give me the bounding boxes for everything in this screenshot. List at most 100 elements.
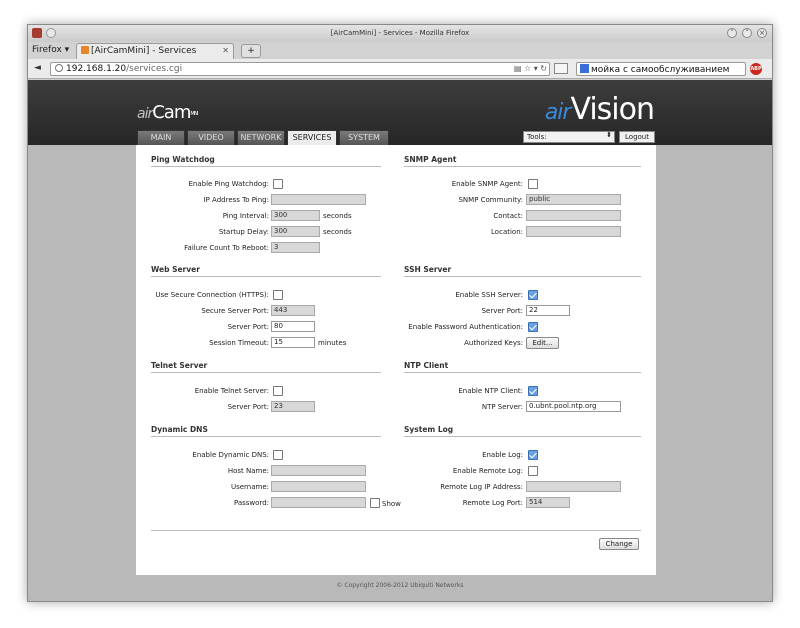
- search-text: мойка с самообслуживанием: [591, 65, 730, 75]
- telnet-port-field[interactable]: 23: [271, 401, 315, 412]
- tab-services[interactable]: SERVICES: [287, 130, 337, 145]
- airvision-logo: airVision: [544, 92, 655, 127]
- tab-video[interactable]: VIDEO: [187, 130, 235, 145]
- section-title-ping: Ping Watchdog: [151, 155, 381, 167]
- label-username: Username:: [230, 483, 269, 491]
- tab-main[interactable]: MAIN: [137, 130, 185, 145]
- remote-log-ip-field[interactable]: [526, 481, 621, 492]
- enable-ssh-checkbox[interactable]: [528, 290, 538, 300]
- snmp-community-field[interactable]: public: [526, 194, 621, 205]
- label-ssh-port: Server Port:: [481, 307, 523, 315]
- enable-snmp-checkbox[interactable]: [528, 179, 538, 189]
- session-timeout-field[interactable]: 15: [271, 337, 315, 348]
- minimize-button[interactable]: ˅: [727, 28, 737, 38]
- close-tab-icon[interactable]: ✕: [222, 46, 229, 55]
- firefox-menu-button[interactable]: Firefox ▾: [32, 45, 69, 55]
- label-https: Use Secure Connection (HTTPS):: [155, 291, 269, 299]
- mail-icon[interactable]: [554, 63, 568, 74]
- label-ping-interval: Ping Interval:: [222, 212, 269, 220]
- maximize-button[interactable]: ˄: [742, 28, 752, 38]
- label-failure-count: Failure Count To Reboot:: [184, 244, 269, 252]
- section-title-web: Web Server: [151, 265, 381, 277]
- logout-button[interactable]: Logout: [619, 131, 655, 143]
- search-input[interactable]: мойка с самообслуживанием: [576, 62, 746, 76]
- ping-ip-field[interactable]: [271, 194, 366, 205]
- section-title-ssh: SSH Server: [404, 265, 641, 277]
- section-title-ntp: NTP Client: [404, 361, 641, 373]
- username-field[interactable]: [271, 481, 366, 492]
- aircam-logo: airCamMINI: [137, 102, 198, 123]
- label-enable-ping: Enable Ping Watchdog:: [188, 180, 269, 188]
- enable-log-checkbox[interactable]: [528, 450, 538, 460]
- site-identity-icon[interactable]: [55, 64, 63, 72]
- remote-log-checkbox[interactable]: [528, 466, 538, 476]
- services-panel: Ping Watchdog Enable Ping Watchdog: IP A…: [136, 145, 656, 575]
- back-button[interactable]: ◄: [34, 63, 41, 73]
- label-web-port: Server Port:: [227, 323, 269, 331]
- label-session-timeout: Session Timeout:: [209, 339, 269, 347]
- main-nav: MAIN VIDEO NETWORK SERVICES SYSTEM: [137, 130, 389, 145]
- enable-telnet-checkbox[interactable]: [273, 386, 283, 396]
- tab-system[interactable]: SYSTEM: [339, 130, 389, 145]
- label-telnet-port: Server Port:: [227, 403, 269, 411]
- section-title-syslog: System Log: [404, 425, 641, 437]
- page-content: airCamMINI airVision MAIN VIDEO NETWORK …: [28, 80, 772, 601]
- tab-bar: Firefox ▾ [AirCamMini] - Services ✕ +: [28, 42, 772, 59]
- enable-ddns-checkbox[interactable]: [273, 450, 283, 460]
- google-icon[interactable]: [580, 64, 589, 73]
- ssh-port-field[interactable]: 22: [526, 305, 570, 316]
- tab-network[interactable]: NETWORK: [237, 130, 285, 145]
- ntp-server-field[interactable]: 0.ubnt.pool.ntp.org: [526, 401, 621, 412]
- label-snmp-location: Location:: [491, 228, 523, 236]
- ping-interval-field[interactable]: 300: [271, 210, 320, 221]
- rss-icon: [81, 46, 89, 54]
- navigation-bar: ◄ 192.168.1.20/services.cgi ▤ ☆ ▾ ↻ мойк…: [28, 59, 772, 79]
- select-arrow-icon: ⬍: [606, 131, 612, 139]
- startup-delay-field[interactable]: 300: [271, 226, 320, 237]
- enable-ntp-checkbox[interactable]: [528, 386, 538, 396]
- label-enable-log: Enable Log:: [482, 451, 523, 459]
- section-title-snmp: SNMP Agent: [404, 155, 641, 167]
- label-snmp-contact: Contact:: [493, 212, 523, 220]
- startup-delay-unit: seconds: [323, 228, 352, 236]
- ping-interval-unit: seconds: [323, 212, 352, 220]
- url-bar-icons[interactable]: ▤ ☆ ▾ ↻: [514, 64, 547, 73]
- secure-port-field[interactable]: 443: [271, 305, 315, 316]
- url-path: /services.cgi: [126, 64, 183, 74]
- divider: [151, 530, 641, 531]
- section-title-ddns: Dynamic DNS: [151, 425, 381, 437]
- url-bar[interactable]: 192.168.1.20/services.cgi ▤ ☆ ▾ ↻: [50, 62, 550, 76]
- url-host: 192.168.1.20: [66, 64, 127, 74]
- label-remote-log-ip: Remote Log IP Address:: [440, 483, 523, 491]
- change-button[interactable]: Change: [599, 538, 639, 550]
- tools-select[interactable]: Tools: ⬍: [523, 131, 615, 143]
- snmp-location-field[interactable]: [526, 226, 621, 237]
- host-name-field[interactable]: [271, 465, 366, 476]
- adblock-plus-icon[interactable]: ABP: [750, 63, 762, 75]
- password-auth-checkbox[interactable]: [528, 322, 538, 332]
- label-startup-delay: Startup Delay:: [218, 228, 269, 236]
- remote-log-port-field[interactable]: 514: [526, 497, 570, 508]
- close-button[interactable]: ×: [757, 28, 767, 38]
- label-enable-ssh: Enable SSH Server:: [455, 291, 523, 299]
- tab-title: [AirCamMini] - Services: [91, 46, 197, 56]
- https-checkbox[interactable]: [273, 290, 283, 300]
- web-port-field[interactable]: 80: [271, 321, 315, 332]
- new-tab-button[interactable]: +: [241, 44, 261, 58]
- edit-keys-button[interactable]: Edit...: [526, 337, 559, 349]
- label-password-auth: Enable Password Authentication:: [408, 323, 523, 331]
- label-secure-port: Secure Server Port:: [201, 307, 269, 315]
- password-field[interactable]: [271, 497, 366, 508]
- label-enable-telnet: Enable Telnet Server:: [194, 387, 269, 395]
- section-title-telnet: Telnet Server: [151, 361, 381, 373]
- label-ntp-server: NTP Server:: [481, 403, 523, 411]
- title-bar: [AirCamMini] - Services - Mozilla Firefo…: [28, 25, 772, 42]
- copyright: © Copyright 2006-2012 Ubiquiti Networks: [336, 582, 464, 589]
- enable-ping-checkbox[interactable]: [273, 179, 283, 189]
- tab-aircam-services[interactable]: [AirCamMini] - Services ✕: [76, 43, 234, 59]
- show-password-checkbox[interactable]: [370, 498, 380, 508]
- failure-count-field[interactable]: 3: [271, 242, 320, 253]
- snmp-contact-field[interactable]: [526, 210, 621, 221]
- browser-window: [AirCamMini] - Services - Mozilla Firefo…: [27, 24, 773, 602]
- label-password: Password:: [233, 499, 269, 507]
